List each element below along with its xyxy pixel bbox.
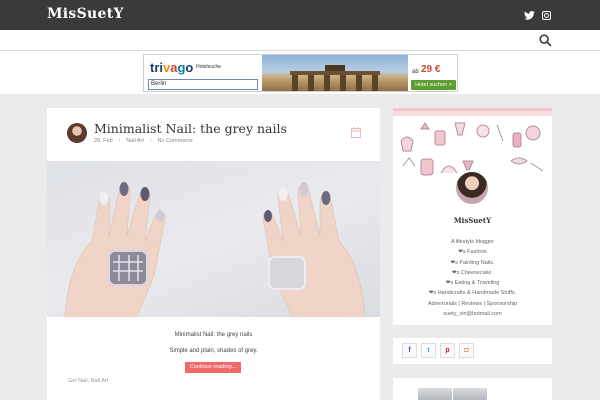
trivago-logo: trivago [150, 60, 194, 75]
about-line: ❤s Handicrafts & Handmade Stuffs. [428, 290, 517, 297]
continue-reading-button[interactable]: Continue reading... [185, 362, 241, 373]
pinterest-icon[interactable]: p [440, 343, 455, 358]
about-line: Advertorials | Reviews | Sponsorship [427, 300, 518, 307]
calendar-icon [351, 127, 361, 138]
post-caption-text: Simple and plain, shades of grey. [169, 348, 258, 354]
post-featured-image[interactable] [47, 161, 380, 318]
meta-separator: / [149, 138, 152, 144]
about-widget: MisSuetY A lifestyle blogger ❤s Fashion … [393, 108, 552, 325]
post-date: 28. Feb [94, 138, 113, 144]
trivago-ad-banner[interactable]: trivago Hotelsuche Berlin ab 29 € Hotel … [143, 54, 458, 92]
post-title[interactable]: Minimalist Nail: the grey nails [94, 121, 287, 136]
about-name: MisSuetY [453, 216, 492, 225]
search-icon[interactable] [539, 34, 552, 47]
facebook-icon[interactable]: f [402, 343, 417, 358]
about-line: ❤s Cheesecake. [452, 269, 493, 276]
instagram-icon[interactable]: ◘ [459, 343, 474, 358]
gate-illustration [290, 65, 380, 91]
post-comments-link[interactable]: No Comments [157, 138, 192, 144]
author-avatar[interactable] [67, 123, 87, 143]
ad-band: trivago Hotelsuche Berlin ab 29 € Hotel … [0, 51, 600, 94]
ad-city-input[interactable]: Berlin [148, 79, 258, 90]
site-title[interactable]: MisSuetY [47, 6, 124, 22]
post-card: Minimalist Nail: the grey nails 28. Feb … [47, 108, 380, 400]
post-category-link[interactable]: Nail Art [126, 138, 144, 144]
widget-photo[interactable] [418, 388, 452, 400]
about-line: ❤s Painting Nails. [450, 259, 495, 266]
about-avatar [454, 170, 490, 206]
photo-widget [393, 378, 552, 400]
meta-separator: / [118, 138, 121, 144]
instagram-icon[interactable] [540, 9, 552, 21]
ad-subtitle: Hotelsuche [196, 64, 222, 70]
about-line: ❤s Fashion [458, 249, 487, 256]
post-caption-title: Minimalist Nail: the grey nails [174, 332, 253, 338]
nails-illustration [64, 182, 366, 318]
about-email[interactable]: suety_vin@hotmail.com [393, 309, 552, 319]
hotel-search-button[interactable]: Hotel suchen > [411, 80, 456, 90]
about-line: ❤s Eating & Traveling [445, 280, 500, 287]
twitter-icon[interactable]: t [421, 343, 436, 358]
brandenburg-gate-photo [262, 55, 408, 91]
twitter-icon[interactable] [523, 9, 535, 21]
widget-photo[interactable] [453, 388, 487, 400]
ad-price: 29 € [421, 64, 441, 75]
about-line: A lifestyle blogger [450, 239, 495, 245]
top-bar: MisSuetY [0, 0, 600, 30]
post-tags[interactable]: Gel Nail, Nail Art [68, 378, 108, 384]
social-widget: f t p ◘ [393, 338, 552, 364]
about-description: A lifestyle blogger ❤s Fashion ❤s Painti… [393, 237, 552, 319]
post-meta: 28. Feb / Nail Art / No Comments [94, 138, 193, 144]
ad-price-prefix: ab [412, 69, 419, 75]
nav-bar [0, 30, 600, 51]
